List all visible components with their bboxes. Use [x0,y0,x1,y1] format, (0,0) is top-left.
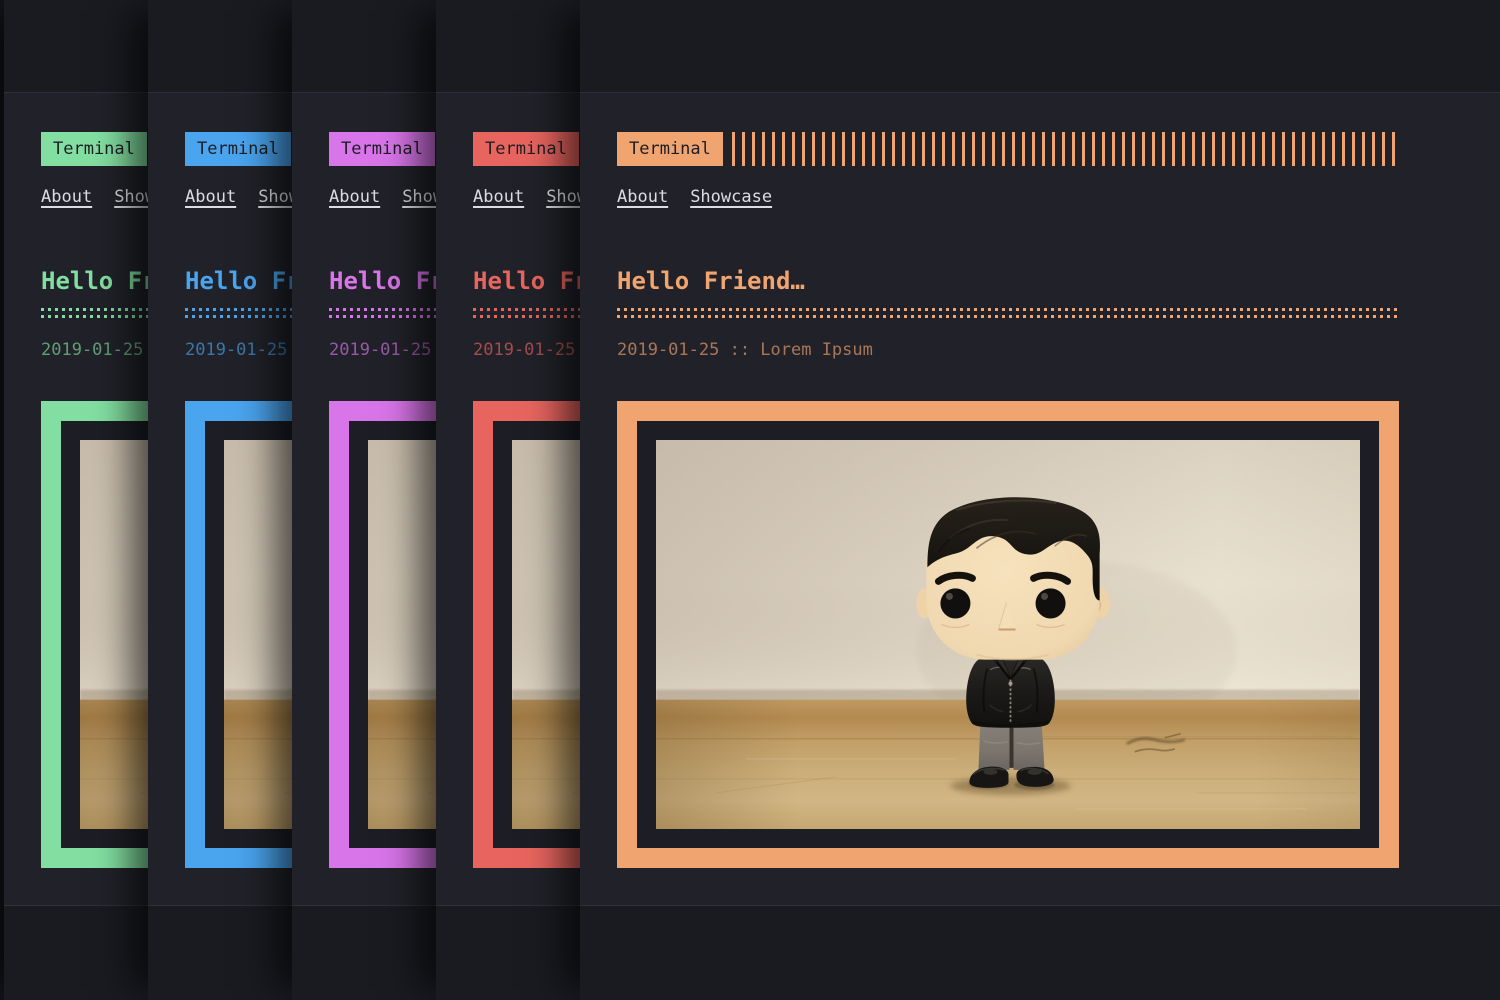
nav-link-about[interactable]: About [41,187,92,207]
site-logo-badge[interactable]: Terminal [473,132,579,166]
post-title[interactable]: Hello Friend… [617,266,1399,296]
terminal-theme-card-orange: Terminal About Showcase Hello Friend… 20… [580,0,1500,1000]
card-top-band [580,0,1500,92]
separator-dots-row [617,315,1399,318]
nav-link-about[interactable]: About [185,187,236,207]
post-meta: 2019-01-25 :: Lorem Ipsum [617,339,1399,361]
card-bottom-band [580,906,1500,1000]
separator-dots-row [617,308,1399,311]
site-logo-badge[interactable]: Terminal [617,132,723,166]
site-logo-badge[interactable]: Terminal [41,132,147,166]
post-image-frame [617,401,1399,868]
title-separator [617,308,1399,318]
funko-figure-photo [656,440,1360,829]
site-header: Terminal [617,132,1399,166]
site-logo-badge[interactable]: Terminal [185,132,291,166]
site-nav: About Showcase [617,187,1399,207]
nav-link-about[interactable]: About [617,187,668,207]
nav-link-about[interactable]: About [473,187,524,207]
site-logo-badge[interactable]: Terminal [329,132,435,166]
nav-link-showcase[interactable]: Showcase [690,187,772,207]
nav-link-about[interactable]: About [329,187,380,207]
card-main: Terminal About Showcase Hello Friend… 20… [580,92,1500,906]
header-bars-decoration [732,132,1399,166]
